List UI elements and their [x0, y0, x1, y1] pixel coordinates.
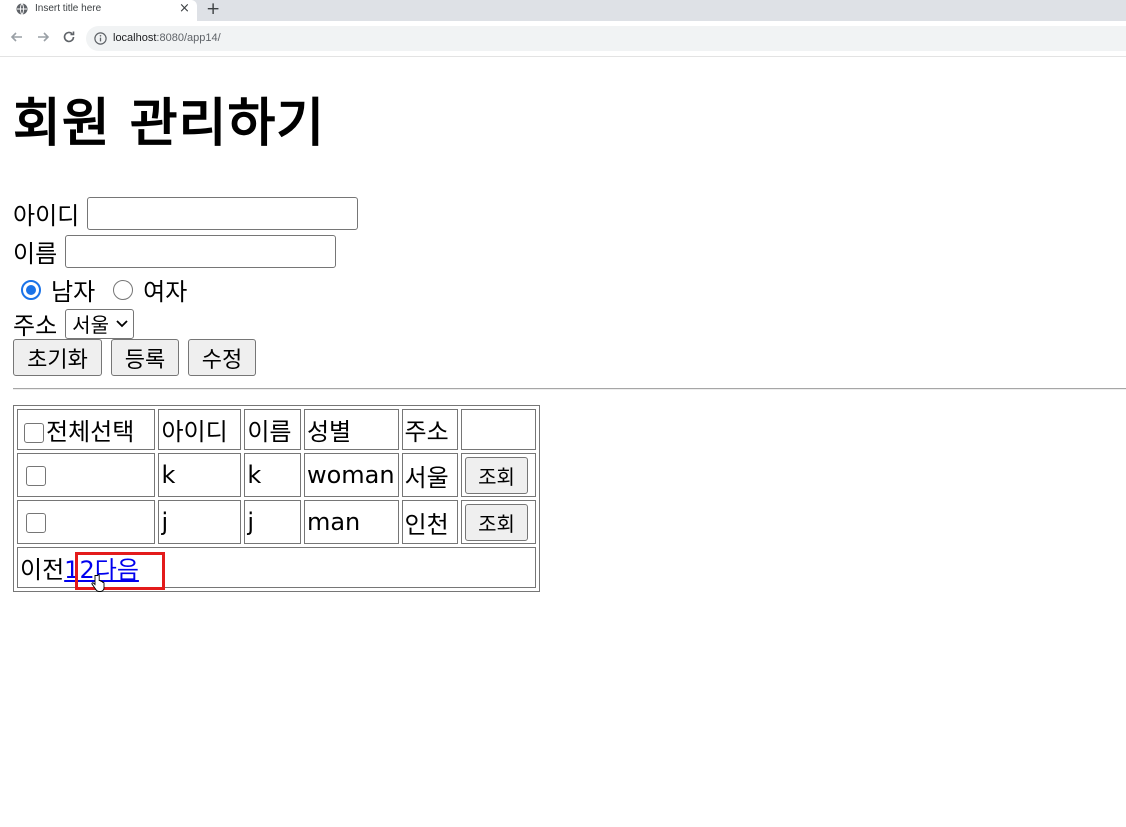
browser-chrome: Insert title here × + localhost:8080/app…	[0, 0, 1126, 58]
gender-male-radio[interactable]	[21, 279, 41, 300]
view-button[interactable]: 조회	[465, 456, 528, 494]
url-path: :8080/app14/	[156, 32, 221, 44]
table-row: j j man 인천 조회	[17, 500, 536, 544]
header-action	[461, 409, 536, 450]
table-row: k k woman 서울 조회	[17, 453, 536, 497]
button-row: 초기화 등록 수정	[13, 339, 265, 376]
chrome-divider	[0, 56, 1126, 57]
address-selected-value: 서울	[72, 313, 109, 337]
hand-cursor-icon	[91, 574, 105, 592]
chevron-down-icon	[116, 319, 128, 327]
row-checkbox[interactable]	[26, 466, 46, 486]
page-title: 회원 관리하기	[13, 94, 326, 154]
back-arrow-icon[interactable]	[9, 29, 25, 45]
cell-id: j	[158, 500, 242, 544]
row-select-cell	[17, 453, 156, 497]
gender-male-label: 남자	[51, 278, 96, 306]
tab-title: Insert title here	[35, 3, 102, 14]
select-all-checkbox[interactable]	[24, 423, 44, 443]
cell-action: 조회	[461, 500, 536, 544]
new-tab-icon[interactable]: +	[206, 0, 220, 19]
reset-button[interactable]: 초기화	[13, 339, 102, 376]
table-header-row: 전체선택 아이디 이름 성별 주소	[17, 409, 536, 450]
pager-prev: 이전	[20, 556, 65, 584]
header-gender: 성별	[303, 409, 399, 450]
cell-gender: man	[303, 500, 399, 544]
cell-address: 인천	[401, 500, 459, 544]
cell-id: k	[158, 453, 242, 497]
header-name: 이름	[244, 409, 301, 450]
name-input[interactable]	[65, 235, 337, 268]
tab-strip: Insert title here × +	[0, 0, 1126, 21]
register-button[interactable]: 등록	[111, 339, 179, 376]
reload-icon[interactable]	[61, 29, 77, 45]
header-id: 아이디	[158, 409, 242, 450]
divider	[13, 388, 1126, 390]
header-select-all-label: 전체선택	[46, 418, 135, 446]
gender-female-label: 여자	[143, 278, 188, 306]
gender-female-radio[interactable]	[113, 279, 134, 300]
cell-gender: woman	[303, 453, 399, 497]
update-button[interactable]: 수정	[188, 339, 256, 376]
header-address: 주소	[401, 409, 459, 450]
browser-tab[interactable]: Insert title here ×	[0, 0, 197, 21]
name-row: 이름	[13, 234, 337, 269]
id-row: 아이디	[13, 196, 359, 231]
address-label: 주소	[13, 312, 58, 340]
row-checkbox[interactable]	[26, 513, 46, 533]
cell-name: j	[244, 500, 301, 544]
header-select-all: 전체선택	[17, 409, 156, 450]
forward-arrow-icon[interactable]	[35, 29, 51, 45]
address-select[interactable]: 서울	[65, 308, 134, 339]
cell-address: 서울	[401, 453, 459, 497]
id-label: 아이디	[13, 202, 80, 230]
name-label: 이름	[13, 240, 58, 268]
info-icon[interactable]	[94, 32, 107, 45]
url-host: localhost	[113, 32, 157, 44]
cell-name: k	[244, 453, 301, 497]
id-input[interactable]	[87, 197, 359, 230]
gender-row: 남자 여자	[21, 272, 187, 307]
url-text: localhost:8080/app14/	[113, 32, 221, 44]
view-button[interactable]: 조회	[465, 503, 528, 541]
address-bar[interactable]: localhost:8080/app14/	[86, 26, 1126, 51]
highlight-box	[75, 552, 165, 590]
globe-icon	[16, 3, 28, 15]
close-icon[interactable]: ×	[179, 1, 190, 16]
row-select-cell	[17, 500, 156, 544]
address-row: 주소 서울	[13, 306, 134, 341]
cell-action: 조회	[461, 453, 536, 497]
browser-toolbar: localhost:8080/app14/	[0, 21, 1126, 55]
